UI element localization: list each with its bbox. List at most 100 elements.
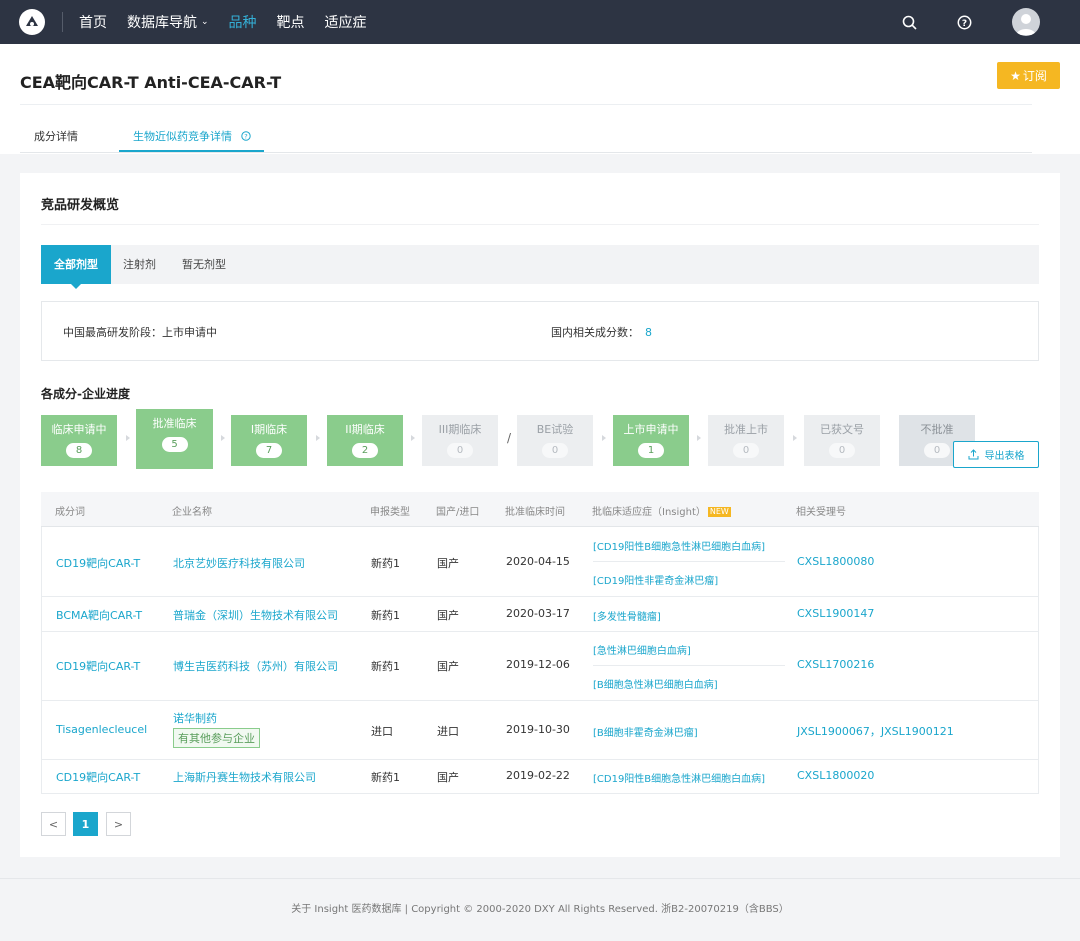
stage-arrow [697,435,701,441]
nav-home[interactable]: 首页 [79,12,107,32]
tab-all-dosage[interactable]: 全部剂型 [41,245,111,289]
accept-no-link[interactable]: CXSL1800020 [797,769,874,782]
divider [593,665,785,666]
origin-cell: 国产 [437,660,459,673]
indication-link[interactable]: [多发性骨髓瘤] [593,608,661,623]
stage-arrow [221,435,225,441]
ingredient-link[interactable]: BCMA靶向CAR-T [56,607,142,623]
avatar[interactable] [1012,8,1040,36]
indication-link[interactable]: [B细胞急性淋巴细胞白血病] [593,676,718,691]
help-icon[interactable]: ? [957,15,972,30]
indication-link[interactable]: [CD19阳性B细胞急性淋巴细胞白血病] [593,538,765,553]
company-link[interactable]: 北京艺妙医疗科技有限公司 [173,555,305,571]
stage-arrow [126,435,130,441]
stage-label: BE试验 [536,423,574,436]
origin-cell: 国产 [437,771,459,784]
indication-link[interactable]: [急性淋巴细胞白血病] [593,642,691,657]
next-page-button[interactable]: > [106,812,131,836]
type-cell: 进口 [371,725,393,738]
tab-ingredient-details[interactable]: 成分详情 [34,128,78,144]
nav-targets[interactable]: 靶点 [277,12,305,32]
col-ingredient: 成分词 [55,507,85,518]
accept-no-link[interactable]: CXSL1700216 [797,658,874,671]
col-type: 申报类型 [370,507,410,518]
company-link[interactable]: 上海斯丹赛生物技术有限公司 [173,769,316,785]
date-cell: 2019-02-22 [506,769,570,782]
stage-be-trial[interactable]: BE试验 0 [517,415,593,466]
stage-count: 8 [66,443,92,458]
company-link[interactable]: 普瑞金（深圳）生物技术有限公司 [173,607,338,623]
star-icon: ★ [1010,68,1021,83]
progress-title: 各成分-企业进度 [41,387,130,401]
upload-icon [968,449,978,460]
domestic-count: 国内相关成分数： 8 [551,324,652,340]
ingredient-link[interactable]: CD19靶向CAR-T [56,555,140,571]
question-icon[interactable]: ? [240,131,251,141]
divider [593,561,785,562]
stage-label: I期临床 [250,423,288,436]
section-title: 竞品研发概览 [41,198,120,213]
logo[interactable] [19,9,45,35]
accept-no-link[interactable]: CXSL1800080 [797,555,874,568]
nav-indications[interactable]: 适应症 [325,12,367,32]
stage-phase-1[interactable]: I期临床 7 [231,415,307,466]
indication-link[interactable]: [CD19阳性B细胞急性淋巴细胞白血病] [593,770,765,785]
ingredient-link[interactable]: CD19靶向CAR-T [56,658,140,674]
ingredient-link[interactable]: Tisagenlecleucel [56,723,147,736]
summary-box: 中国最高研发阶段：上市申请中 国内相关成分数： 8 [41,301,1039,361]
company-cell: 诺华制药 有其他参与企业 [173,710,260,748]
accept-no-link[interactable]: CXSL1900147 [797,607,874,620]
other-companies-button[interactable]: 有其他参与企业 [173,728,260,748]
nav-varieties[interactable]: 品种 [229,12,257,32]
export-label: 导出表格 [984,451,1025,462]
stage-label: 已获文号 [820,423,864,436]
indication-link[interactable]: [B细胞非霍奇金淋巴瘤] [593,724,698,739]
stage-arrow [602,435,606,441]
search-icon[interactable] [902,15,917,30]
stage-label: 批准上市 [724,423,768,436]
nav-database[interactable]: 数据库导航 ⌄ [127,12,209,32]
tab-biosimilar-competition[interactable]: 生物近似药竞争详情 ? [133,128,251,144]
type-cell: 新药1 [371,771,400,784]
col-origin: 国产/进口 [436,507,480,518]
table-row: BCMA靶向CAR-T 普瑞金（深圳）生物技术有限公司 新药1 国产 2020-… [41,597,1039,632]
stage-phase-3[interactable]: III期临床 0 [422,415,498,466]
col-indication-label: 批临床适应症（Insight） [592,507,706,518]
divider [41,224,1039,225]
ingredient-link[interactable]: CD19靶向CAR-T [56,769,140,785]
company-link[interactable]: 诺华制药 [173,710,260,726]
prev-page-button[interactable]: < [41,812,66,836]
stage-clinical-approved[interactable]: 批准临床 5 [136,409,213,469]
svg-text:?: ? [244,133,247,141]
logo-icon [26,16,38,26]
stage-market-approved[interactable]: 批准上市 0 [708,415,784,466]
domestic-count-value[interactable]: 8 [645,326,652,339]
table-header: 成分词 企业名称 申报类型 国产/进口 批准临床时间 批临床适应症（Insigh… [41,492,1039,527]
date-cell: 2019-10-30 [506,723,570,736]
col-date: 批准临床时间 [505,507,565,518]
overview-card: 竞品研发概览 全部剂型 注射剂 暂无剂型 中国最高研发阶段：上市申请中 国内相关… [20,173,1060,857]
china-stage-label: 中国最高研发阶段： [63,326,162,339]
stage-license-obtained[interactable]: 已获文号 0 [804,415,880,466]
stage-arrow [793,435,797,441]
subscribe-button[interactable]: ★ 订阅 [997,62,1060,89]
date-cell: 2019-12-06 [506,658,570,671]
stage-count: 0 [924,443,950,458]
stage-label: 批准临床 [152,417,197,430]
chevron-down-icon: ⌄ [201,17,209,27]
svg-text:?: ? [962,19,967,29]
indication-link[interactable]: [CD19阳性非霍奇金淋巴瘤] [593,572,718,587]
page-1-button[interactable]: 1 [73,812,98,836]
stage-label: II期临床 [345,423,385,436]
company-link[interactable]: 博生吉医药科技（苏州）有限公司 [173,658,338,674]
tab-no-dosage[interactable]: 暂无剂型 [182,245,226,284]
stage-count: 5 [161,437,188,452]
stage-market-application[interactable]: 上市申请中 1 [613,415,689,466]
accept-no-link[interactable]: JXSL1900067，JXSL1900121 [797,723,954,739]
stage-clinical-application[interactable]: 临床申请中 8 [41,415,117,466]
stage-count: 0 [733,443,759,458]
table-row: CD19靶向CAR-T 博生吉医药科技（苏州）有限公司 新药1 国产 2019-… [41,632,1039,701]
export-table-button[interactable]: 导出表格 [953,441,1039,468]
tab-injection[interactable]: 注射剂 [123,245,156,284]
stage-phase-2[interactable]: II期临床 2 [327,415,403,466]
